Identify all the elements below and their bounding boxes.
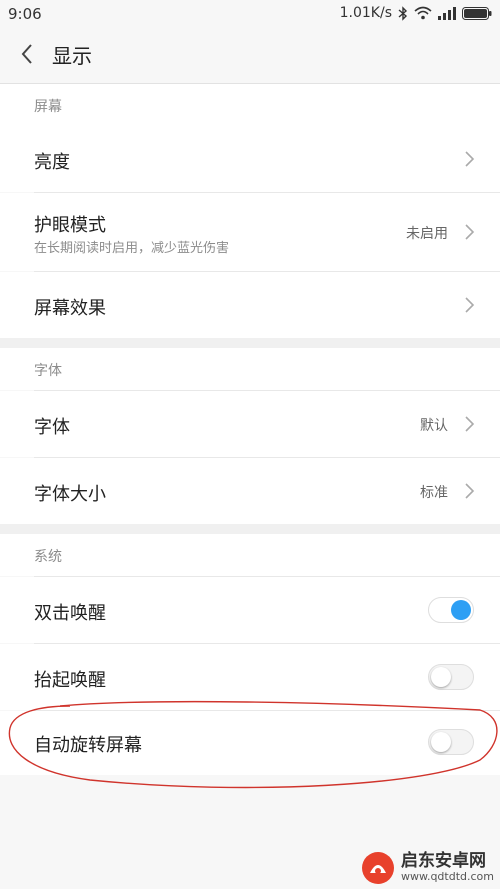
chevron-right-icon (465, 416, 475, 432)
row-eye-care-mode[interactable]: 护眼模式 在长期阅读时启用，减少蓝光伤害 未启用 (0, 193, 500, 271)
section-title: 屏幕 (34, 99, 62, 115)
row-lift-wake[interactable]: 抬起唤醒 (0, 644, 500, 710)
chevron-right-icon (465, 483, 475, 499)
row-label: 抬起唤醒 (34, 670, 106, 691)
bluetooth-icon (398, 5, 408, 21)
row-double-tap-wake[interactable]: 双击唤醒 (0, 577, 500, 643)
chevron-right-icon (465, 297, 475, 313)
row-screen-effect[interactable]: 屏幕效果 (0, 272, 500, 338)
battery-icon (462, 6, 492, 20)
status-icons: 1.01K/s (340, 4, 492, 22)
row-brightness[interactable]: 亮度 (0, 126, 500, 192)
section-title: 系统 (34, 549, 62, 565)
row-label: 屏幕效果 (34, 298, 106, 319)
status-bar: 9:06 1.01K/s (0, 0, 500, 26)
section-gap (0, 338, 500, 348)
row-label: 字体 (34, 417, 70, 438)
title-bar: 显示 (0, 26, 500, 84)
row-value: 未启用 (406, 226, 448, 242)
row-label: 双击唤醒 (34, 603, 106, 624)
section-header-font: 字体 (0, 348, 500, 390)
toggle-knob (451, 600, 471, 620)
back-button[interactable] (14, 40, 40, 68)
row-font[interactable]: 字体 默认 (0, 391, 500, 457)
row-subtitle: 在长期阅读时启用，减少蓝光伤害 (34, 241, 230, 256)
section-gap (0, 524, 500, 534)
chevron-right-icon (465, 224, 475, 240)
row-value: 标准 (420, 485, 448, 501)
wifi-icon (414, 6, 432, 20)
row-label: 自动旋转屏幕 (34, 735, 142, 756)
double-tap-wake-toggle[interactable] (428, 597, 474, 623)
lift-wake-toggle[interactable] (428, 664, 474, 690)
section-header-screen: 屏幕 (0, 84, 500, 126)
section-title: 字体 (34, 363, 62, 379)
row-label: 字体大小 (34, 484, 106, 505)
row-auto-rotate[interactable]: 自动旋转屏幕 (0, 711, 500, 775)
toggle-knob (431, 667, 451, 687)
watermark-url: www.qdtdtd.com (400, 870, 494, 884)
row-label: 护眼模式 (34, 215, 106, 236)
row-value: 默认 (420, 418, 448, 434)
chevron-left-icon (21, 44, 32, 64)
status-time: 9:06 (8, 5, 42, 23)
signal-icon (438, 6, 456, 20)
row-label: 亮度 (34, 152, 70, 173)
page-title: 显示 (52, 44, 92, 68)
watermark: 启东安卓网 www.qdtdtd.com (361, 851, 494, 885)
net-speed: 1.01K/s (339, 5, 392, 21)
row-font-size[interactable]: 字体大小 标准 (0, 458, 500, 524)
section-header-system: 系统 (0, 534, 500, 576)
auto-rotate-toggle[interactable] (428, 729, 474, 755)
watermark-logo-icon (361, 852, 394, 884)
chevron-right-icon (465, 151, 475, 167)
toggle-knob (431, 732, 451, 752)
watermark-name: 启东安卓网 (400, 851, 486, 872)
